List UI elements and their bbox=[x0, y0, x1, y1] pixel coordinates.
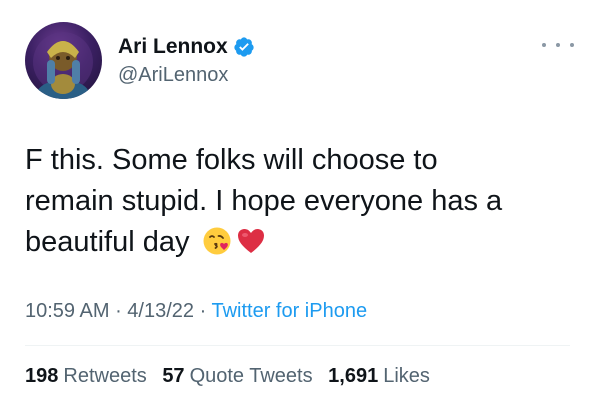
tweet-card: Ari Lennox @AriLennox F this. Some folks… bbox=[0, 0, 595, 404]
tweet-text-line-last: beautiful day bbox=[25, 222, 570, 263]
verified-badge-icon bbox=[233, 36, 255, 58]
tweet-meta: 10:59 AM · 4/13/22 · Twitter for iPhone bbox=[25, 300, 367, 323]
meta-separator: · bbox=[109, 300, 128, 322]
meta-separator: · bbox=[194, 300, 212, 322]
quote-tweets-stat[interactable]: 57 Quote Tweets bbox=[162, 365, 312, 387]
tweet-stats: 198 Retweets 57 Quote Tweets 1,691 Likes bbox=[25, 365, 440, 388]
likes-count: 1,691 bbox=[328, 365, 379, 387]
quote-tweets-count: 57 bbox=[162, 365, 185, 387]
red-heart-emoji-icon bbox=[236, 226, 266, 256]
tweet-source-link[interactable]: Twitter for iPhone bbox=[211, 300, 367, 322]
retweets-stat[interactable]: 198 Retweets bbox=[25, 365, 147, 387]
tweet-time[interactable]: 10:59 AM bbox=[25, 300, 110, 322]
quote-tweets-label: Quote Tweets bbox=[189, 365, 313, 387]
likes-label: Likes bbox=[383, 365, 430, 387]
divider bbox=[25, 345, 570, 346]
tweet-text-line: remain stupid. I hope everyone has a bbox=[25, 185, 503, 217]
retweets-label: Retweets bbox=[63, 365, 147, 387]
user-handle[interactable]: @AriLennox bbox=[118, 64, 228, 87]
likes-stat[interactable]: 1,691 Likes bbox=[328, 365, 430, 387]
tweet-text: F this. Some folks will choose to remain… bbox=[25, 140, 570, 263]
avatar-image-icon bbox=[33, 32, 93, 99]
tweet-text-line: F this. Some folks will choose to bbox=[25, 144, 438, 176]
display-name[interactable]: Ari Lennox bbox=[118, 35, 228, 59]
retweets-count: 198 bbox=[25, 365, 59, 387]
tweet-text-line: beautiful day bbox=[25, 226, 190, 258]
name-row: Ari Lennox bbox=[118, 33, 255, 61]
kissing-face-emoji-icon bbox=[202, 226, 232, 256]
more-options-icon[interactable] bbox=[542, 38, 574, 52]
tweet-date[interactable]: 4/13/22 bbox=[127, 300, 194, 322]
profile-avatar[interactable] bbox=[25, 22, 102, 99]
